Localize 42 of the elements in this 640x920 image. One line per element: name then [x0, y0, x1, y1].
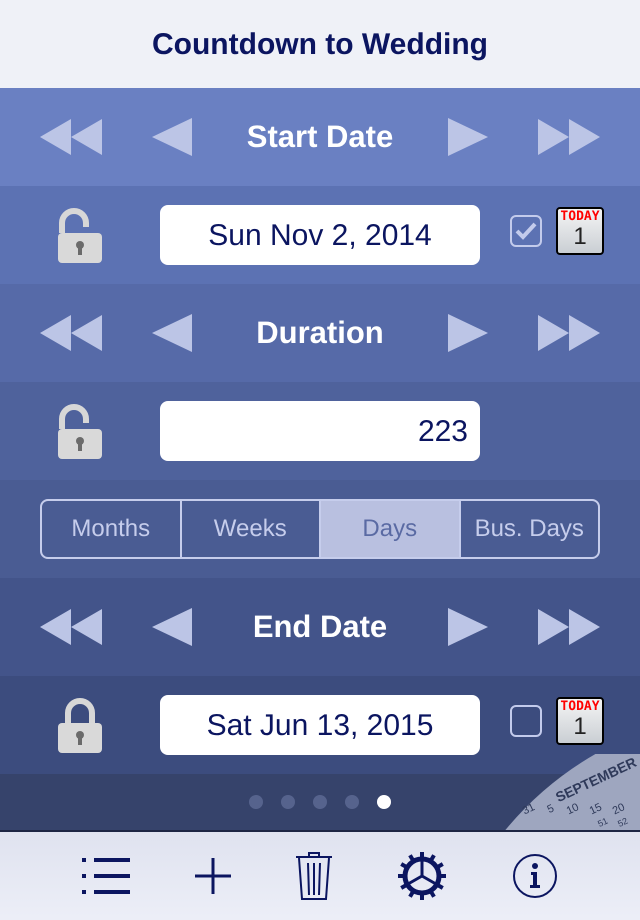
window-title: Countdown to Wedding	[152, 26, 488, 62]
right-arrow-icon[interactable]	[448, 607, 488, 647]
day-label: 15	[588, 801, 604, 818]
left-arrow-icon[interactable]	[152, 117, 192, 157]
date-field[interactable]: Sat Jun 13, 2015	[160, 695, 480, 755]
add-icon[interactable]	[194, 858, 231, 894]
trash-icon[interactable]	[294, 851, 333, 901]
day-label: 10	[564, 801, 581, 818]
double-right-arrow-icon[interactable]	[538, 313, 600, 353]
day-label: 20	[610, 801, 627, 818]
today-label: TODAY	[560, 699, 600, 714]
day-number: 1	[573, 224, 587, 250]
checkbox[interactable]	[510, 215, 542, 247]
double-left-arrow-icon[interactable]	[40, 117, 102, 157]
section-title: End Date	[252, 608, 388, 646]
checkmark-icon	[515, 222, 537, 240]
segment-tab[interactable]: Months	[42, 501, 180, 557]
double-right-arrow-icon[interactable]	[538, 117, 600, 157]
segment-tab[interactable]: Bus. Days	[458, 501, 598, 557]
list-icon[interactable]	[82, 856, 130, 896]
checkbox[interactable]	[510, 705, 542, 737]
date-field[interactable]: Sun Nov 2, 2014	[160, 205, 480, 265]
double-left-arrow-icon[interactable]	[40, 313, 102, 353]
double-left-arrow-icon[interactable]	[40, 607, 102, 647]
today-calendar-button[interactable]: TODAY 1	[556, 697, 604, 745]
settings-icon[interactable]	[397, 851, 448, 901]
section-title: Start Date	[246, 118, 394, 156]
number-field[interactable]: 223	[160, 401, 480, 461]
day-number: 1	[573, 714, 587, 740]
today-label: TODAY	[560, 209, 600, 224]
day-label: 31	[520, 801, 537, 818]
left-arrow-icon[interactable]	[152, 607, 192, 647]
week-label: 52	[616, 816, 630, 829]
info-icon[interactable]	[512, 853, 558, 899]
double-right-arrow-icon[interactable]	[538, 607, 600, 647]
right-arrow-icon[interactable]	[448, 117, 488, 157]
section-title: Duration	[256, 314, 384, 352]
week-label: 51	[596, 816, 610, 829]
today-calendar-button[interactable]: TODAY 1	[556, 207, 604, 255]
day-label: 5	[545, 802, 556, 816]
right-arrow-icon[interactable]	[448, 313, 488, 353]
left-arrow-icon[interactable]	[152, 313, 192, 353]
